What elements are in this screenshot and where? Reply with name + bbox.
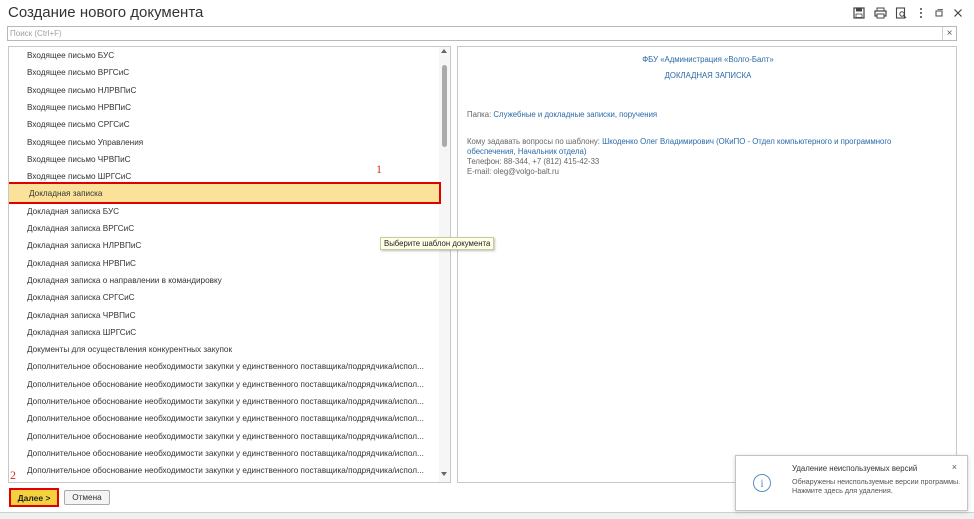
list-item[interactable]: Дополнительное обоснование необходимости… — [9, 428, 439, 445]
info-icon: i — [753, 474, 771, 492]
preview-folder-value[interactable]: Служебные и докладные записки, поручения — [493, 110, 657, 119]
preview-email: E-mail: oleg@volgo-balt.ru — [467, 167, 559, 176]
preview-icon[interactable] — [893, 5, 909, 21]
scroll-down-arrow-icon[interactable] — [441, 472, 447, 476]
close-icon[interactable] — [950, 5, 966, 21]
preview-contact-value-cont[interactable]: обеспечения, Начальник отдела) — [467, 147, 587, 156]
list-item[interactable]: Входящее письмо НЛРВПиС — [9, 82, 439, 99]
list-item[interactable]: Докладная записка НЛРВПиС — [9, 237, 439, 254]
template-preview: ФБУ «Администрация «Волго-Балт» ДОКЛАДНА… — [457, 46, 957, 483]
list-scrollbar[interactable] — [439, 47, 450, 482]
print-icon[interactable] — [872, 5, 888, 21]
search-clear-button[interactable]: × — [942, 27, 956, 40]
list-item[interactable]: Докладная записка БУС — [9, 203, 439, 220]
list-item[interactable]: Входящее письмо Управления — [9, 134, 439, 151]
list-item[interactable]: Дополнительное соглашение — [9, 480, 439, 483]
list-item[interactable]: Входящее письмо СРГСиС — [9, 116, 439, 133]
list-item[interactable]: Документы для осуществления конкурентных… — [9, 341, 439, 358]
list-item[interactable]: Дополнительное обоснование необходимости… — [9, 376, 439, 393]
list-item[interactable]: Докладная записка НРВПиС — [9, 255, 439, 272]
list-item[interactable]: Докладная записка ШРГСиС — [9, 324, 439, 341]
restore-icon[interactable] — [931, 5, 947, 21]
save-icon[interactable] — [851, 5, 867, 21]
next-button[interactable]: Далее > — [9, 488, 59, 507]
list-item[interactable]: Входящее письмо ВРГСиС — [9, 64, 439, 81]
tooltip: Выберите шаблон документа — [380, 237, 495, 250]
preview-folder-label: Папка: — [467, 110, 492, 119]
preview-contact-value[interactable]: Шкоденко Олег Владимирович (ОКиПО - Отде… — [602, 137, 891, 146]
notification-title: Удаление неиспользуемых версий — [792, 464, 918, 473]
scroll-thumb[interactable] — [442, 65, 447, 147]
list-item[interactable]: Дополнительное обоснование необходимости… — [9, 410, 439, 427]
annotation-marker-1: 1 — [376, 162, 382, 176]
title-bar: Создание нового документа — [0, 0, 974, 26]
more-icon[interactable] — [913, 5, 929, 21]
list-item[interactable]: Входящее письмо ЧРВПиС — [9, 151, 439, 168]
list-item[interactable]: Докладная записка СРГСиС — [9, 289, 439, 306]
preview-contact-label: Кому задавать вопросы по шаблону: — [467, 137, 600, 146]
search-box: × — [7, 26, 957, 41]
list-item[interactable]: Дополнительное обоснование необходимости… — [9, 358, 439, 375]
scroll-up-arrow-icon[interactable] — [441, 49, 447, 53]
preview-phone: Телефон: 88-344, +7 (812) 415-42-33 — [467, 157, 600, 166]
list-item[interactable]: Дополнительное обоснование необходимости… — [9, 462, 439, 479]
search-input[interactable] — [8, 27, 938, 40]
list-item[interactable]: Дополнительное обоснование необходимости… — [9, 393, 439, 410]
notification-close-icon[interactable]: × — [952, 462, 957, 472]
list-item[interactable]: Докладная записка о направлении в команд… — [9, 272, 439, 289]
list-item[interactable]: Дополнительное обоснование необходимости… — [9, 445, 439, 462]
list-item[interactable]: Докладная записка ЧРВПиС — [9, 307, 439, 324]
bottom-border — [0, 512, 974, 519]
list-item[interactable]: Докладная записка ВРГСиС — [9, 220, 439, 237]
notification-body: Обнаружены неиспользуемые версии програм… — [792, 477, 961, 495]
window-title: Создание нового документа — [8, 4, 204, 21]
notification-popup[interactable]: i Удаление неиспользуемых версий Обнаруж… — [735, 455, 968, 511]
template-list[interactable]: Входящее письмо БУС Входящее письмо ВРГСи… — [8, 46, 451, 483]
list-item[interactable]: Входящее письмо НРВПиС — [9, 99, 439, 116]
preview-doc-title: ДОКЛАДНАЯ ЗАПИСКА — [664, 71, 752, 80]
cancel-button[interactable]: Отмена — [64, 490, 110, 505]
list-item-selected[interactable]: Докладная записка — [9, 182, 441, 205]
annotation-marker-2: 2 — [10, 468, 16, 482]
list-item[interactable]: Входящее письмо БУС — [9, 47, 439, 64]
preview-org-name: ФБУ «Администрация «Волго-Балт» — [642, 55, 774, 64]
